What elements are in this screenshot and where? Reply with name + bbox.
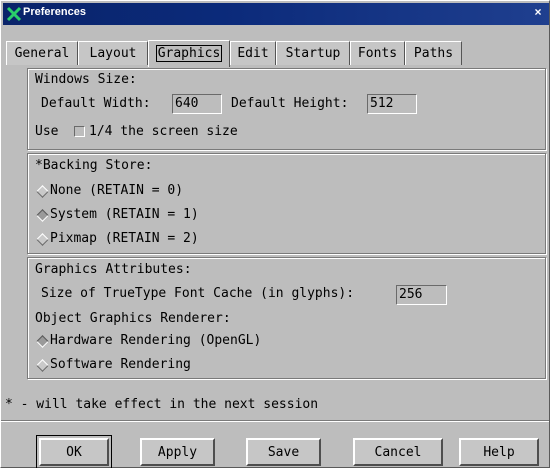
tab-graphics[interactable]: Graphics xyxy=(148,40,230,67)
renderer-heading: Object Graphics Renderer: xyxy=(35,311,231,326)
cancel-button[interactable]: Cancel xyxy=(353,438,443,466)
radio-pixmap[interactable] xyxy=(36,233,49,246)
separator xyxy=(1,420,549,422)
close-icon[interactable]: × xyxy=(531,5,545,19)
backing-store-group: *Backing Store: None (RETAIN = 0) System… xyxy=(27,153,546,254)
title-bar[interactable]: Preferences × xyxy=(3,3,549,25)
backing-store-heading: *Backing Store: xyxy=(35,158,153,173)
tab-paths[interactable]: Paths xyxy=(405,41,462,65)
x-logo-icon xyxy=(6,6,22,22)
graphics-attributes-group: Graphics Attributes: Size of TrueType Fo… xyxy=(27,257,546,379)
default-height-field[interactable]: 512 xyxy=(367,94,417,114)
radio-software-rendering[interactable] xyxy=(36,359,49,372)
font-cache-field[interactable]: 256 xyxy=(396,285,447,305)
ok-button[interactable]: OK xyxy=(36,435,112,468)
quarter-screen-label: 1/4 the screen size xyxy=(89,124,238,139)
tab-layout[interactable]: Layout xyxy=(78,41,148,65)
preferences-window: Preferences × General Layout Graphics Ed… xyxy=(0,0,550,468)
tab-edit[interactable]: Edit xyxy=(230,41,276,65)
radio-pixmap-label: Pixmap (RETAIN = 2) xyxy=(50,231,199,246)
radio-software-label: Software Rendering xyxy=(50,357,191,372)
save-button[interactable]: Save xyxy=(246,438,321,466)
default-width-field[interactable]: 640 xyxy=(172,94,222,114)
radio-none[interactable] xyxy=(36,185,49,198)
apply-button[interactable]: Apply xyxy=(140,438,215,466)
tab-fonts[interactable]: Fonts xyxy=(350,41,405,65)
help-button[interactable]: Help xyxy=(459,438,539,466)
quarter-screen-checkbox[interactable] xyxy=(74,126,85,137)
tab-general[interactable]: General xyxy=(6,41,78,65)
default-width-label: Default Width: xyxy=(41,96,151,111)
use-label: Use xyxy=(35,124,59,139)
windows-size-group: Windows Size: Default Width: 640 Default… xyxy=(27,68,546,150)
windows-size-heading: Windows Size: xyxy=(35,72,137,87)
radio-hardware-label: Hardware Rendering (OpenGL) xyxy=(50,333,262,348)
graphics-attributes-heading: Graphics Attributes: xyxy=(35,262,192,277)
radio-system[interactable] xyxy=(36,209,49,222)
tab-startup[interactable]: Startup xyxy=(276,41,350,65)
note-text: * - will take effect in the next session xyxy=(5,397,319,412)
radio-hardware-rendering[interactable] xyxy=(36,335,49,348)
default-height-label: Default Height: xyxy=(231,96,349,111)
font-cache-label: Size of TrueType Font Cache (in glyphs): xyxy=(41,286,355,301)
radio-system-label: System (RETAIN = 1) xyxy=(50,207,199,222)
radio-none-label: None (RETAIN = 0) xyxy=(50,183,184,198)
window-title: Preferences xyxy=(23,6,86,18)
